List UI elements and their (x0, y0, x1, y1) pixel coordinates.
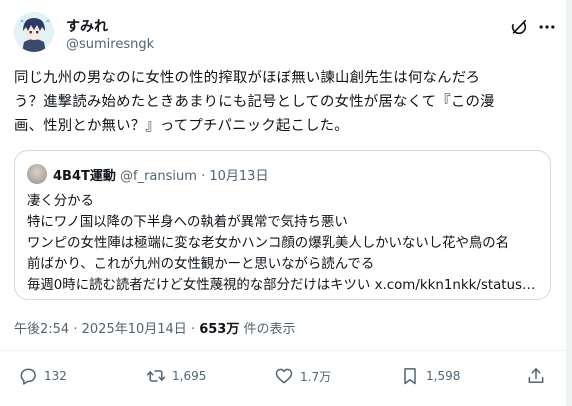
repost-icon (146, 370, 166, 382)
scroll-track (566, 0, 572, 406)
post-date[interactable]: 2025年10月14日 (82, 322, 187, 337)
author-avatar[interactable] (14, 12, 54, 52)
post-text-line: 同じ九州の男なのに女性の性的搾取がほぼ無い諫山創先生は何なんだろ (14, 70, 481, 86)
quote-author-name: 4B4T運動 (53, 169, 116, 184)
like-icon (275, 368, 293, 384)
like-button[interactable]: 1.7万 (274, 366, 331, 386)
quote-author-handle: @f_ransium (120, 169, 197, 184)
author-handle[interactable]: @sumiresngk (66, 37, 154, 52)
post-text-line: 画、性別とか無い？』ってプチパニック起こした。 (14, 118, 349, 134)
bookmark-icon (404, 368, 416, 385)
quote-text-line: 特にワノ国以降の下半身への執着が異常で気持ち悪い (27, 215, 348, 230)
quote-link[interactable]: x.com/kkn1nkk/status… (375, 278, 536, 293)
quote-separator: · (201, 169, 206, 184)
like-count: 1.7万 (300, 369, 332, 384)
quoted-post[interactable]: 4B4T運動 @f_ransium · 10月13日 凄く分かる 特にワノ国以降… (14, 150, 551, 300)
bookmark-count: 1,598 (426, 369, 461, 383)
post-meta: 午後2:54 · 2025年10月14日 · 653万 件の表示 (14, 318, 296, 337)
quote-header: 4B4T運動 @f_ransium · 10月13日 (53, 165, 268, 184)
post-text-line: う？進撃読み始めたときあまりにも記号としての女性が居なくて『この漫 (14, 94, 495, 110)
share-icon (528, 368, 544, 383)
share-button[interactable] (526, 366, 546, 386)
post-text: 同じ九州の男なのに女性の性的搾取がほぼ無い諫山創先生は何なんだろ う？進撃読み始… (14, 66, 559, 138)
reply-button[interactable]: 132 (18, 366, 67, 386)
view-label: 件の表示 (243, 322, 296, 337)
reply-count: 132 (44, 369, 67, 383)
view-count: 653万 (199, 322, 240, 337)
quote-text-fragment: 毎週0時に読む読者だけど女性蔑視的な部分だけはキツい (27, 278, 371, 293)
repost-count: 1,695 (172, 369, 207, 383)
quote-text-line: 前ばかり、これが九州の女性観かーと思いながら読んでる (27, 257, 375, 272)
bookmark-button[interactable]: 1,598 (400, 366, 460, 386)
repost-button[interactable]: 1,695 (146, 366, 206, 386)
post-header: すみれ @sumiresngk (14, 12, 556, 56)
quote-text-line: ワンピの女性陣は極端に変な老女かハンコ顔の爆乳美人しかいないし花や鳥の名 (27, 236, 510, 251)
quote-author-avatar (27, 164, 47, 184)
more-icon[interactable] (538, 18, 556, 36)
divider (0, 350, 566, 351)
quote-text-line: 凄く分かる (27, 194, 94, 209)
grok-icon[interactable] (510, 18, 528, 36)
quote-text: 凄く分かる 特にワノ国以降の下半身への執着が異常で気持ち悪い ワンピの女性陣は極… (27, 191, 542, 296)
quote-date: 10月13日 (209, 169, 269, 184)
meta-separator: · (73, 322, 78, 337)
reply-icon (20, 368, 36, 385)
quote-text-line-last: 毎週0時に読む読者だけど女性蔑視的な部分だけはキツい x.com/kkn1nkk… (27, 275, 542, 296)
action-bar: 132 1,695 1.7万 1,598 (0, 358, 566, 394)
author-name[interactable]: すみれ (66, 16, 108, 36)
meta-separator: · (190, 322, 196, 337)
post-time[interactable]: 午後2:54 (14, 322, 69, 337)
